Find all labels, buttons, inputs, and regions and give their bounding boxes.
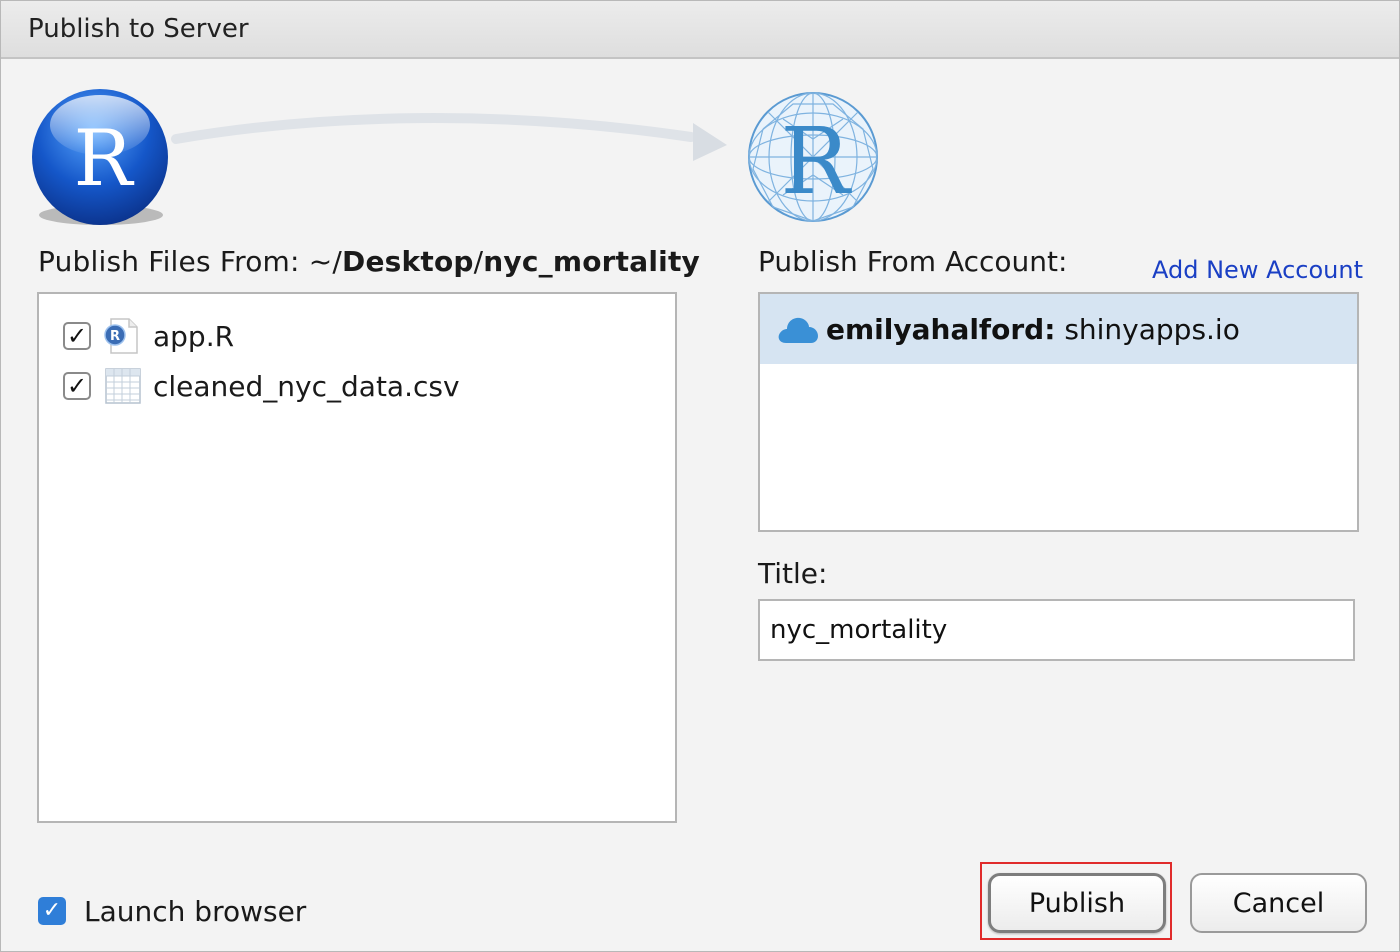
path-folder: nyc_mortality xyxy=(483,245,700,278)
file-checkbox-app-r[interactable]: ✓ xyxy=(63,322,91,350)
account-username: emilyahalford: xyxy=(826,312,1056,346)
csv-spreadsheet-icon xyxy=(105,368,141,404)
account-list: emilyahalford: shinyapps.io xyxy=(758,292,1359,532)
r-logo-icon: R xyxy=(32,89,168,225)
cloud-icon xyxy=(778,317,818,343)
svg-text:R: R xyxy=(110,329,120,344)
title-bar[interactable]: Publish to Server xyxy=(1,1,1399,59)
path-desktop: Desktop xyxy=(342,245,474,278)
svg-text:R: R xyxy=(780,108,852,215)
launch-browser-checkbox[interactable]: ✓ xyxy=(38,897,66,925)
title-label: Title: xyxy=(758,557,828,590)
file-row-app-r[interactable]: ✓ R app.R xyxy=(63,316,234,356)
svg-text:R: R xyxy=(74,114,135,204)
r-script-file-icon: R xyxy=(104,318,138,354)
account-text: emilyahalford: shinyapps.io xyxy=(826,313,1240,346)
title-input[interactable] xyxy=(758,599,1355,661)
publish-dialog: Publish to Server R R Publish Files From… xyxy=(0,0,1400,952)
file-name: cleaned_nyc_data.csv xyxy=(153,369,460,403)
files-label-prefix: Publish Files From: ~/ xyxy=(38,245,343,278)
path-separator: / xyxy=(473,245,484,278)
file-checkbox-cleaned-nyc-data-csv[interactable]: ✓ xyxy=(63,372,91,400)
cancel-button[interactable]: Cancel xyxy=(1190,873,1367,933)
file-list: ✓ R app.R ✓ cleaned_nyc_data.csv xyxy=(37,292,677,823)
file-row-cleaned-nyc-data-csv[interactable]: ✓ cleaned_nyc_data.csv xyxy=(63,366,460,406)
launch-browser-label: Launch browser xyxy=(84,894,307,928)
file-name: app.R xyxy=(153,319,235,353)
account-server: shinyapps.io xyxy=(1064,312,1240,346)
publish-button[interactable]: Publish xyxy=(988,873,1166,933)
add-new-account-link[interactable]: Add New Account xyxy=(1152,256,1363,284)
rstudio-connect-server-icon: R xyxy=(748,92,878,222)
launch-browser-option[interactable]: ✓ Launch browser xyxy=(38,891,306,931)
account-row-selected[interactable]: emilyahalford: shinyapps.io xyxy=(760,294,1357,364)
publish-arrow-icon xyxy=(171,113,727,161)
dialog-title: Publish to Server xyxy=(28,14,249,44)
publish-account-label: Publish From Account: xyxy=(758,245,1068,278)
publish-files-label: Publish Files From: ~/Desktop/nyc_mortal… xyxy=(38,245,700,278)
